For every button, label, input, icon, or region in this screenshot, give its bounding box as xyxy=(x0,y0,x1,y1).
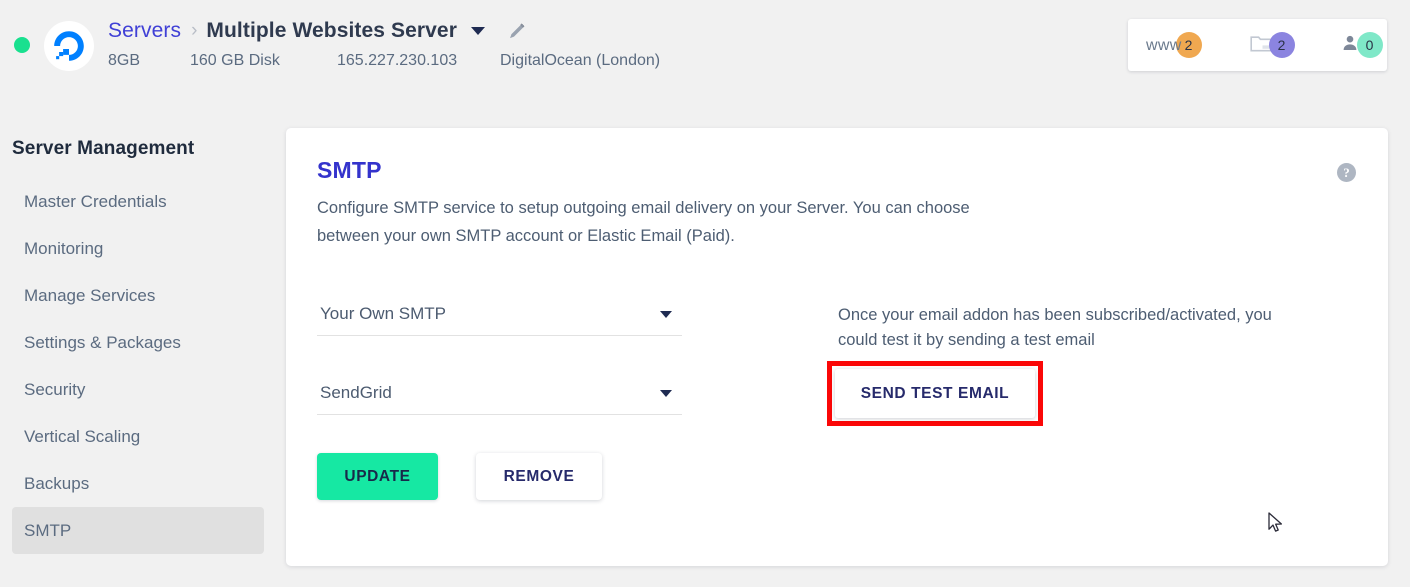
chevron-down-icon xyxy=(660,390,672,397)
breadcrumb-servers-link[interactable]: Servers xyxy=(108,17,181,45)
test-email-column: Once your email addon has been subscribe… xyxy=(838,303,1308,353)
chevron-down-icon xyxy=(660,311,672,318)
smtp-form-column: Your Own SMTP SendGrid xyxy=(317,293,682,415)
send-test-email-button[interactable]: SEND TEST EMAIL xyxy=(835,369,1035,418)
update-button[interactable]: UPDATE xyxy=(317,453,438,500)
counter-users[interactable]: 0 xyxy=(1340,32,1383,58)
page-title: Multiple Websites Server xyxy=(206,19,457,42)
breadcrumb: Servers › Multiple Websites Server xyxy=(108,17,527,45)
top-header-bar: Servers › Multiple Websites Server 8GB 1… xyxy=(0,0,1410,92)
app-root: Servers › Multiple Websites Server 8GB 1… xyxy=(0,0,1410,587)
sidebar-item-label: SMTP xyxy=(24,520,72,540)
sidebar-nav: Master Credentials Monitoring Manage Ser… xyxy=(12,178,264,554)
sidebar-item-backups[interactable]: Backups xyxy=(12,460,264,507)
counter-applications[interactable]: 2 xyxy=(1249,32,1295,58)
sidebar-item-label: Backups xyxy=(24,473,90,493)
www-label: www xyxy=(1146,37,1182,54)
sidebar-item-monitoring[interactable]: Monitoring xyxy=(12,225,264,272)
smtp-provider-type-value: Your Own SMTP xyxy=(320,304,446,323)
test-email-note: Once your email addon has been subscribe… xyxy=(838,306,1272,349)
chevron-down-icon[interactable] xyxy=(471,27,485,35)
smtp-service-value: SendGrid xyxy=(320,383,392,402)
sidebar-item-label: Security xyxy=(24,379,86,399)
server-ram: 8GB xyxy=(108,52,141,69)
remove-button[interactable]: REMOVE xyxy=(476,453,602,500)
server-meta-row: 8GB 160 GB Disk 165.227.230.103 DigitalO… xyxy=(108,49,660,73)
card-description: Configure SMTP service to setup outgoing… xyxy=(317,199,970,245)
users-count-badge: 0 xyxy=(1356,32,1383,58)
sidebar-item-label: Manage Services xyxy=(24,285,156,305)
digitalocean-logo-icon xyxy=(44,21,94,71)
help-icon[interactable]: ? xyxy=(1337,163,1356,182)
send-test-email-highlight: SEND TEST EMAIL xyxy=(827,361,1043,426)
sidebar-item-label: Vertical Scaling xyxy=(24,426,141,446)
header-counters-card: www 2 2 0 xyxy=(1128,19,1387,71)
server-status-online-indicator xyxy=(14,37,30,53)
card-title: SMTP xyxy=(317,157,382,183)
breadcrumb-separator-icon: › xyxy=(191,20,198,41)
sidebar-title: Server Management xyxy=(12,138,195,159)
server-provider-region: DigitalOcean (London) xyxy=(500,52,661,69)
sidebar-item-vertical-scaling[interactable]: Vertical Scaling xyxy=(12,413,264,460)
mouse-cursor xyxy=(1268,512,1284,534)
smtp-settings-card: ? SMTP Configure SMTP service to setup o… xyxy=(286,128,1388,566)
sidebar-item-master-credentials[interactable]: Master Credentials xyxy=(12,178,264,225)
sidebar-item-settings-packages[interactable]: Settings & Packages xyxy=(12,319,264,366)
sidebar-item-label: Monitoring xyxy=(24,238,104,258)
pencil-icon[interactable] xyxy=(507,22,527,42)
server-disk: 160 GB Disk xyxy=(190,52,280,69)
counter-websites[interactable]: www 2 xyxy=(1146,32,1202,58)
smtp-service-select[interactable]: SendGrid xyxy=(317,372,682,415)
form-actions: UPDATE REMOVE xyxy=(317,453,602,500)
applications-count-badge: 2 xyxy=(1268,32,1295,58)
server-ip: 165.227.230.103 xyxy=(337,52,458,69)
smtp-provider-type-select[interactable]: Your Own SMTP xyxy=(317,293,682,336)
sidebar-item-smtp[interactable]: SMTP xyxy=(12,507,264,554)
sidebar-item-manage-services[interactable]: Manage Services xyxy=(12,272,264,319)
sidebar-item-label: Master Credentials xyxy=(24,191,167,211)
sidebar-item-security[interactable]: Security xyxy=(12,366,264,413)
sidebar-item-label: Settings & Packages xyxy=(24,332,181,352)
